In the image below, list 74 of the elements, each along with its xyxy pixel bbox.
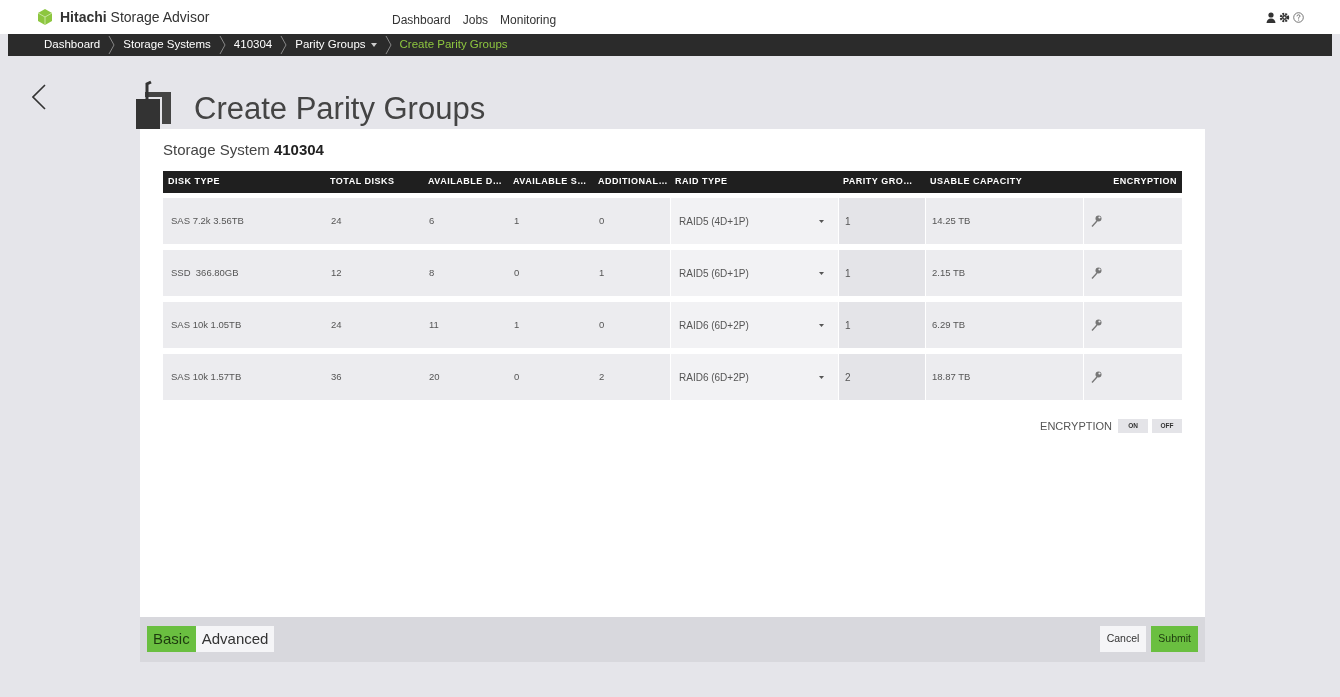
- mode-tab[interactable]: Basic: [147, 626, 196, 652]
- table-cell-text: 0: [514, 265, 520, 280]
- nav-link[interactable]: Jobs: [462, 11, 489, 29]
- table-cell-text: 0: [599, 317, 605, 332]
- caret-icon: [819, 219, 824, 223]
- caret-icon: [819, 271, 824, 275]
- table-cell-text: SAS 10k 1.57TB: [171, 369, 242, 384]
- breadcrumb-link[interactable]: 410304: [225, 36, 281, 54]
- table-cell-text: 24: [331, 317, 342, 332]
- table-cell-text: 6: [429, 213, 435, 228]
- encryption-label: ENCRYPTION: [1040, 419, 1112, 434]
- submit-button[interactable]: Submit: [1151, 626, 1198, 652]
- table-cell-text: 0: [514, 369, 520, 384]
- chevron-separator-icon: [384, 35, 392, 55]
- back-chevron-icon: [32, 84, 46, 110]
- app-title: Hitachi Storage Advisor: [60, 7, 211, 27]
- chevron-separator-icon: [108, 35, 116, 55]
- raid-type-select[interactable]: RAID6 (6D+2P): [670, 302, 838, 348]
- column-header: PARITY GRO…: [842, 175, 914, 189]
- table-cell-text: 2: [599, 369, 605, 384]
- wrench-icon: [1090, 370, 1102, 384]
- breadcrumb-link[interactable]: Create Parity Groups: [391, 36, 516, 54]
- column-header: ENCRYPTION: [1112, 175, 1178, 189]
- table-cell-text: 1: [599, 265, 605, 280]
- raid-type-select[interactable]: RAID5 (4D+1P): [670, 198, 838, 244]
- nav-link[interactable]: Monitoring: [500, 11, 557, 29]
- breadcrumb-link[interactable]: Dashboard: [36, 36, 109, 54]
- table-cell-text: 24: [331, 213, 342, 228]
- table-cell-text: 18.87 TB: [932, 369, 971, 384]
- chevron-separator-icon: [280, 35, 288, 55]
- table-cell-text: 11: [429, 317, 439, 332]
- nav-link[interactable]: Dashboard: [392, 11, 451, 29]
- raid-type-select[interactable]: RAID6 (6D+2P): [670, 354, 838, 400]
- caret-icon: [819, 375, 824, 379]
- cancel-button[interactable]: Cancel: [1099, 626, 1147, 652]
- table-cell-text: 1: [514, 317, 520, 332]
- breadcrumb-link[interactable]: Storage Systems: [115, 36, 219, 54]
- column-header: USABLE CAPACITY: [929, 175, 1024, 189]
- wrench-icon: [1090, 214, 1102, 228]
- table-cell-text: 36: [331, 369, 342, 384]
- parity-groups-input[interactable]: 1: [838, 250, 925, 296]
- column-header: ADDITIONAL…: [597, 175, 669, 189]
- mode-tab[interactable]: Advanced: [195, 626, 275, 652]
- chevron-separator-icon: [218, 35, 226, 55]
- table-cell-text: 14.25 TB: [932, 213, 971, 228]
- table-cell-text: SAS 10k 1.05TB: [171, 317, 242, 332]
- table-cell-text: 2.15 TB: [932, 265, 966, 280]
- cube-logo-icon: [36, 8, 54, 26]
- wrench-icon: [1090, 266, 1102, 280]
- column-header: DISK TYPE: [167, 175, 221, 189]
- parity-groups-input[interactable]: 2: [838, 354, 925, 400]
- table-cell-text: 20: [429, 369, 440, 384]
- column-header: AVAILABLE D…: [427, 175, 504, 189]
- table-cell-text: 0: [599, 213, 605, 228]
- raid-type-select[interactable]: RAID5 (6D+1P): [670, 250, 838, 296]
- caret-icon: [819, 323, 824, 327]
- table-cell-text: 6.29 TB: [932, 317, 966, 332]
- wrench-icon: [1090, 318, 1102, 332]
- page-title: Create Parity Groups: [194, 90, 486, 128]
- column-header: RAID TYPE: [674, 175, 729, 189]
- table-cell-text: SAS 7.2k 3.56TB: [171, 213, 244, 228]
- column-header: AVAILABLE S…: [512, 175, 588, 189]
- table-cell-text: 8: [429, 265, 435, 280]
- parity-groups-input[interactable]: 1: [838, 302, 925, 348]
- user-icon[interactable]: [1266, 11, 1276, 23]
- parity-groups-input[interactable]: 1: [838, 198, 925, 244]
- column-header: TOTAL DISKS: [329, 175, 396, 189]
- table-cell-text: 1: [514, 213, 520, 228]
- caret-icon: [370, 43, 377, 47]
- table-cell-text: SSD 366.80GB: [171, 265, 239, 280]
- settings-icon[interactable]: [1279, 11, 1290, 23]
- table-cell-text: 12: [331, 265, 342, 280]
- breadcrumb-link[interactable]: Parity Groups: [287, 36, 385, 54]
- storage-system-label: Storage System 410304: [163, 139, 325, 160]
